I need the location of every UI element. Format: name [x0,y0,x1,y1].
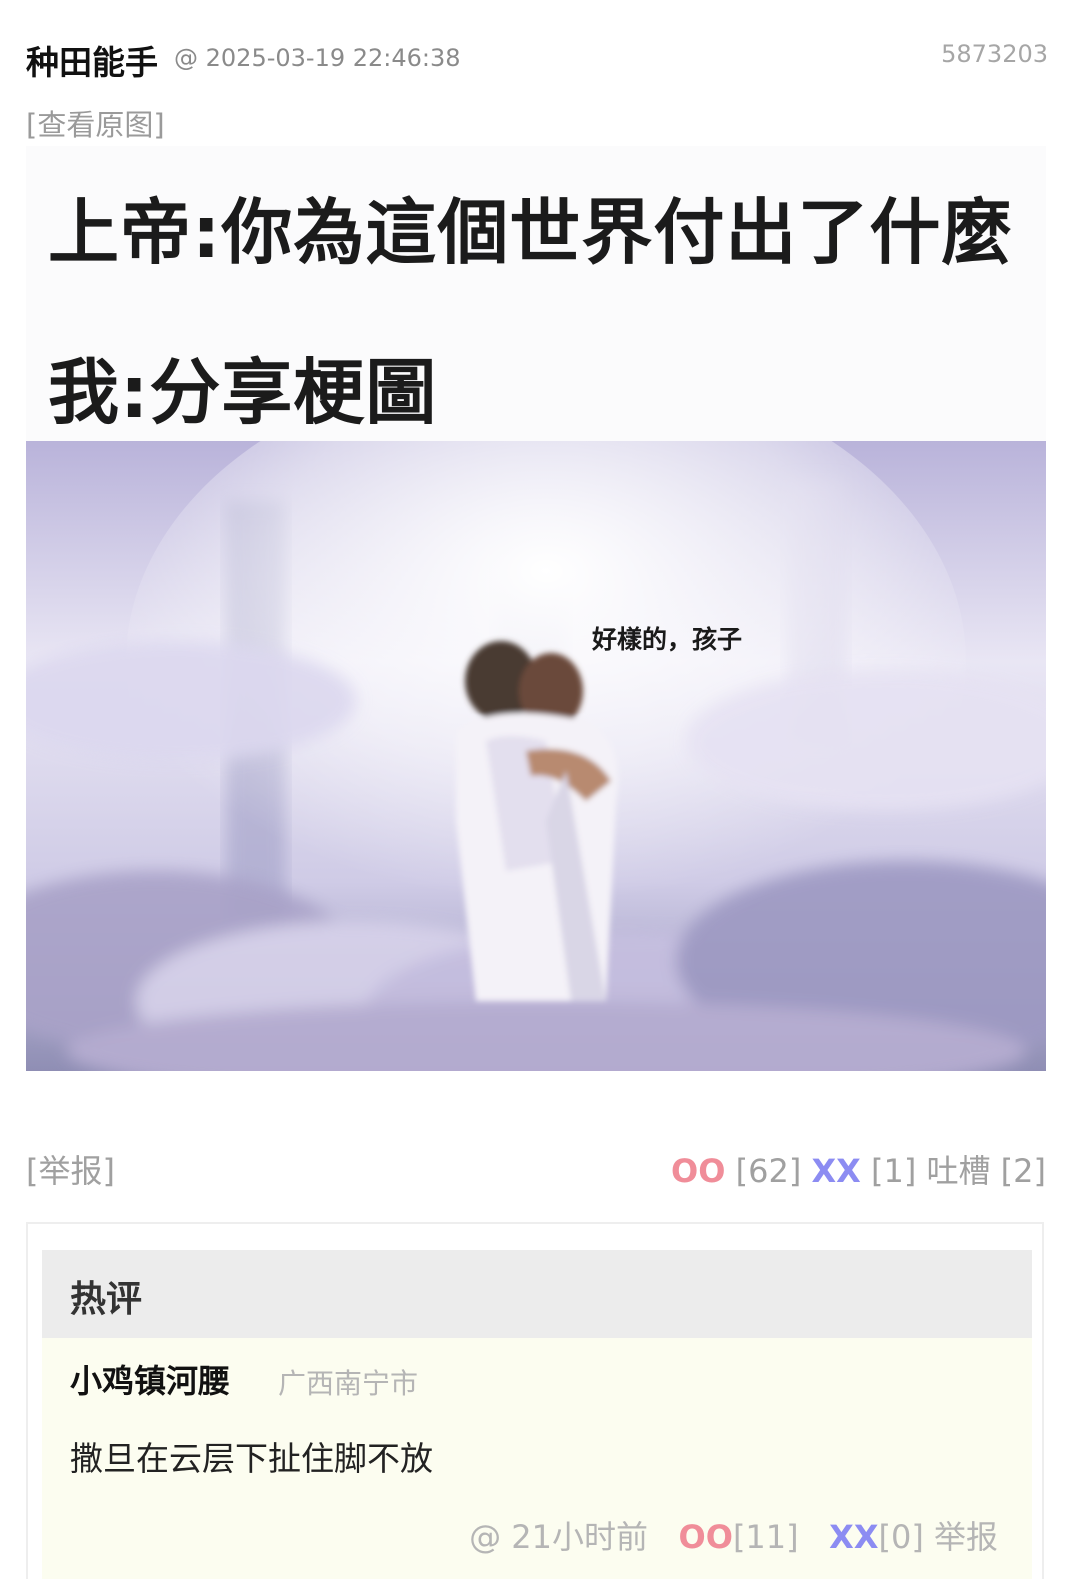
comment-time: @ 21小时前 [469,1518,649,1556]
meme-caption: 好樣的，孩子 [592,625,743,654]
hot-comments-header: 热评 [42,1250,1032,1338]
comment-text: 撒旦在云层下扯住脚不放 [70,1439,433,1478]
post-author[interactable]: 种田能手 [26,36,158,84]
vote-bar: OO [62] XX [1] 吐槽 [2] [671,1146,1046,1192]
hot-comments-box: 热评 小鸡镇河腰 广西南宁市 撒旦在云层下扯住脚不放 @ 21小时前 OO[11… [26,1222,1044,1579]
xx-vote-button[interactable]: XX [811,1152,860,1190]
view-original-link[interactable]: [查看原图] [26,102,165,144]
tucao-button[interactable]: 吐槽 [926,1152,990,1190]
comment-meta: @ 21小时前 OO[11] XX[0] 举报 [469,1512,998,1558]
oo-count: [62] [735,1152,802,1190]
heaven-embrace-illustration [26,441,1046,1071]
post-header: 种田能手 @ 2025-03-19 22:46:38 5873203 [26,30,1048,86]
comment-oo-button[interactable]: OO [679,1518,733,1556]
hot-comment: 热评 小鸡镇河腰 广西南宁市 撒旦在云层下扯住脚不放 @ 21小时前 OO[11… [42,1250,1032,1579]
tucao-count: [2] [1000,1152,1046,1190]
comment-xx-button[interactable]: XX [829,1518,878,1556]
post-page: 种田能手 @ 2025-03-19 22:46:38 5873203 [查看原图… [0,0,1080,1579]
meme-text-line-1: 上帝:你為這個世界付出了什麼 [48,191,1014,274]
post-id[interactable]: 5873203 [941,40,1048,68]
comment-xx-count: [0] [878,1518,924,1556]
comment-location: 广西南宁市 [278,1367,419,1400]
xx-count: [1] [870,1152,917,1190]
oo-vote-button[interactable]: OO [671,1152,725,1190]
post-timestamp: @ 2025-03-19 22:46:38 [174,44,461,72]
meme-text-line-2: 我:分享梗圖 [48,351,438,434]
hot-comments-title: 热评 [70,1279,143,1320]
comment-report-button[interactable]: 举报 [934,1518,998,1556]
report-button[interactable]: [举报] [26,1146,115,1192]
meme-image[interactable]: 上帝:你為這個世界付出了什麼 我:分享梗圖 好樣的，孩子 [26,146,1046,1071]
comment-oo-count: [11] [732,1518,799,1556]
comment-author[interactable]: 小鸡镇河腰 [70,1356,230,1402]
